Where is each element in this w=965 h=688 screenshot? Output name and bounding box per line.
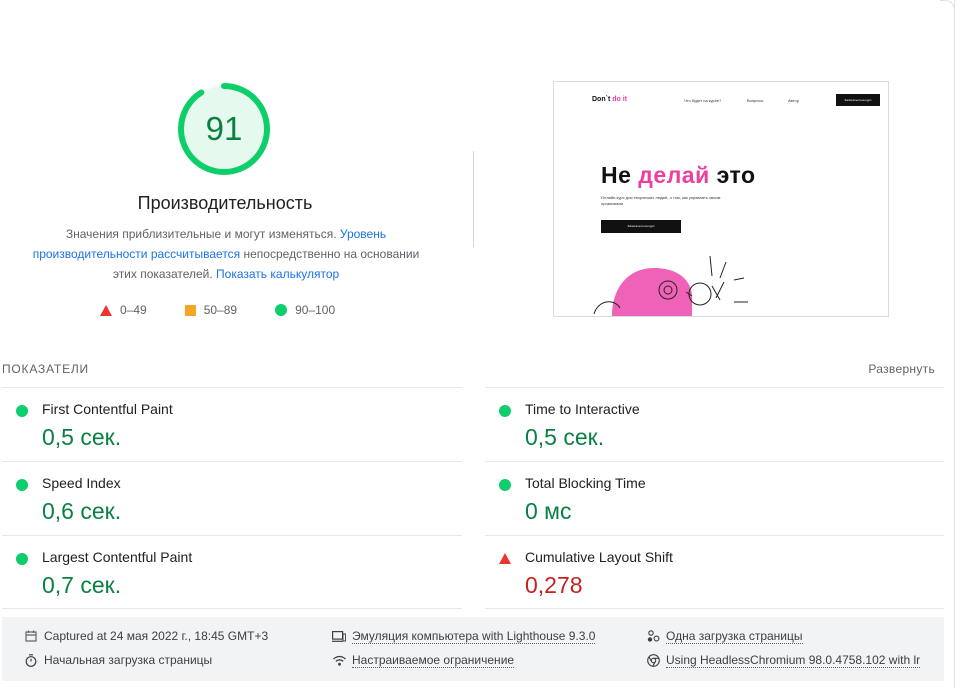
metric-value: 0 мс — [525, 498, 572, 524]
metric-time-to-interactive: Time to Interactive 0,5 сек. — [485, 388, 945, 460]
metric-value: 0,7 сек. — [42, 572, 122, 598]
legend-average-range: 50–89 — [203, 303, 238, 317]
performance-gauge: 91 — [176, 81, 272, 177]
metric-cumulative-layout-shift: Cumulative Layout Shift 0,278 — [485, 536, 945, 608]
section-divider — [473, 151, 474, 247]
pass-circle-icon — [275, 304, 288, 316]
page-screenshot[interactable]: Don`t do it Что будет на курсе? Вопросы … — [553, 81, 889, 317]
average-square-icon — [184, 304, 196, 316]
card-border — [954, 0, 955, 688]
site-logo: Don`t do it — [592, 96, 627, 103]
card-corner — [940, 0, 955, 15]
legend-average: 50–89 — [184, 303, 238, 317]
fail-triangle-icon — [100, 304, 112, 316]
site-nav-item: Автор — [788, 98, 799, 103]
metric-value: 0,5 сек. — [42, 424, 122, 450]
calculator-link[interactable]: Показать калькулятор — [216, 267, 339, 281]
legend-fail: 0–49 — [100, 303, 147, 317]
score-legend: 0–49 50–89 90–100 — [100, 303, 373, 317]
site-illustration — [593, 255, 748, 316]
expand-toggle[interactable]: Развернуть — [868, 362, 935, 376]
divider — [2, 608, 462, 609]
metric-name: First Contentful Paint — [42, 401, 173, 417]
site-cta-button: Записаться на курс — [601, 220, 681, 233]
chrome-icon — [646, 654, 660, 668]
metric-value: 0,5 сек. — [525, 424, 605, 450]
metric-value: 0,278 — [525, 572, 583, 598]
throttling-text[interactable]: Настраиваемое ограничение — [352, 653, 515, 668]
legend-pass-range: 90–100 — [295, 303, 336, 317]
emulation-info[interactable]: Эмуляция компьютера with Lighthouse 9.3.… — [332, 629, 596, 644]
pass-circle-icon — [499, 479, 511, 491]
captured-text: Captured at 24 мая 2022 г., 18:45 GMT+3 — [44, 629, 269, 643]
legend-pass: 90–100 — [275, 303, 335, 317]
pass-circle-icon — [16, 405, 28, 417]
browser-info[interactable]: Using HeadlessChromium 98.0.4758.102 wit… — [646, 653, 921, 668]
circles-icon — [646, 630, 660, 644]
metric-name: Cumulative Layout Shift — [525, 549, 673, 565]
site-nav-item: Вопросы — [747, 98, 764, 103]
browser-text[interactable]: Using HeadlessChromium 98.0.4758.102 wit… — [666, 653, 921, 668]
desktop-icon — [332, 630, 346, 644]
single-load-info[interactable]: Одна загрузка страницы — [646, 629, 803, 644]
metric-name: Speed Index — [42, 475, 121, 491]
calendar-icon — [24, 629, 38, 643]
metric-total-blocking-time: Total Blocking Time 0 мс — [485, 462, 945, 534]
initial-load: Начальная загрузка страницы — [24, 653, 212, 667]
metric-value: 0,6 сек. — [42, 498, 122, 524]
pass-circle-icon — [16, 479, 28, 491]
site-nav-button: Записаться на курс — [836, 94, 880, 106]
desc-text-1: Значения приблизительные и могут изменят… — [65, 227, 340, 241]
single-load-text[interactable]: Одна загрузка страницы — [666, 629, 803, 644]
initial-load-text: Начальная загрузка страницы — [44, 653, 213, 667]
metrics-heading: ПОКАЗАТЕЛИ — [2, 362, 89, 376]
score-value: 91 — [205, 110, 243, 147]
emulation-text[interactable]: Эмуляция компьютера with Lighthouse 9.3.… — [352, 629, 596, 644]
performance-description: Значения приблизительные и могут изменят… — [20, 224, 432, 284]
site-nav-item: Что будет на курсе? — [684, 98, 722, 103]
metric-name: Total Blocking Time — [525, 475, 646, 491]
metric-name: Time to Interactive — [525, 401, 640, 417]
pass-circle-icon — [16, 553, 28, 565]
metric-speed-index: Speed Index 0,6 сек. — [2, 462, 462, 534]
legend-fail-range: 0–49 — [120, 303, 147, 317]
captured-time: Captured at 24 мая 2022 г., 18:45 GMT+3 — [24, 629, 268, 643]
performance-title: Производительность — [137, 193, 313, 213]
throttling-info[interactable]: Настраиваемое ограничение — [332, 653, 515, 668]
metric-name: Largest Contentful Paint — [42, 549, 193, 565]
metric-first-contentful-paint: First Contentful Paint 0,5 сек. — [2, 388, 462, 460]
site-headline: Не делай это — [601, 162, 756, 188]
divider — [485, 608, 944, 609]
runtime-settings: Captured at 24 мая 2022 г., 18:45 GMT+3 … — [2, 617, 944, 681]
timer-icon — [24, 653, 38, 667]
fail-triangle-icon — [499, 553, 511, 564]
metric-largest-contentful-paint: Largest Contentful Paint 0,7 сек. — [2, 536, 462, 608]
wifi-icon — [332, 654, 346, 668]
pass-circle-icon — [499, 405, 511, 417]
site-subtitle: Онлайн-курс для творческих людей, о том,… — [601, 195, 721, 206]
